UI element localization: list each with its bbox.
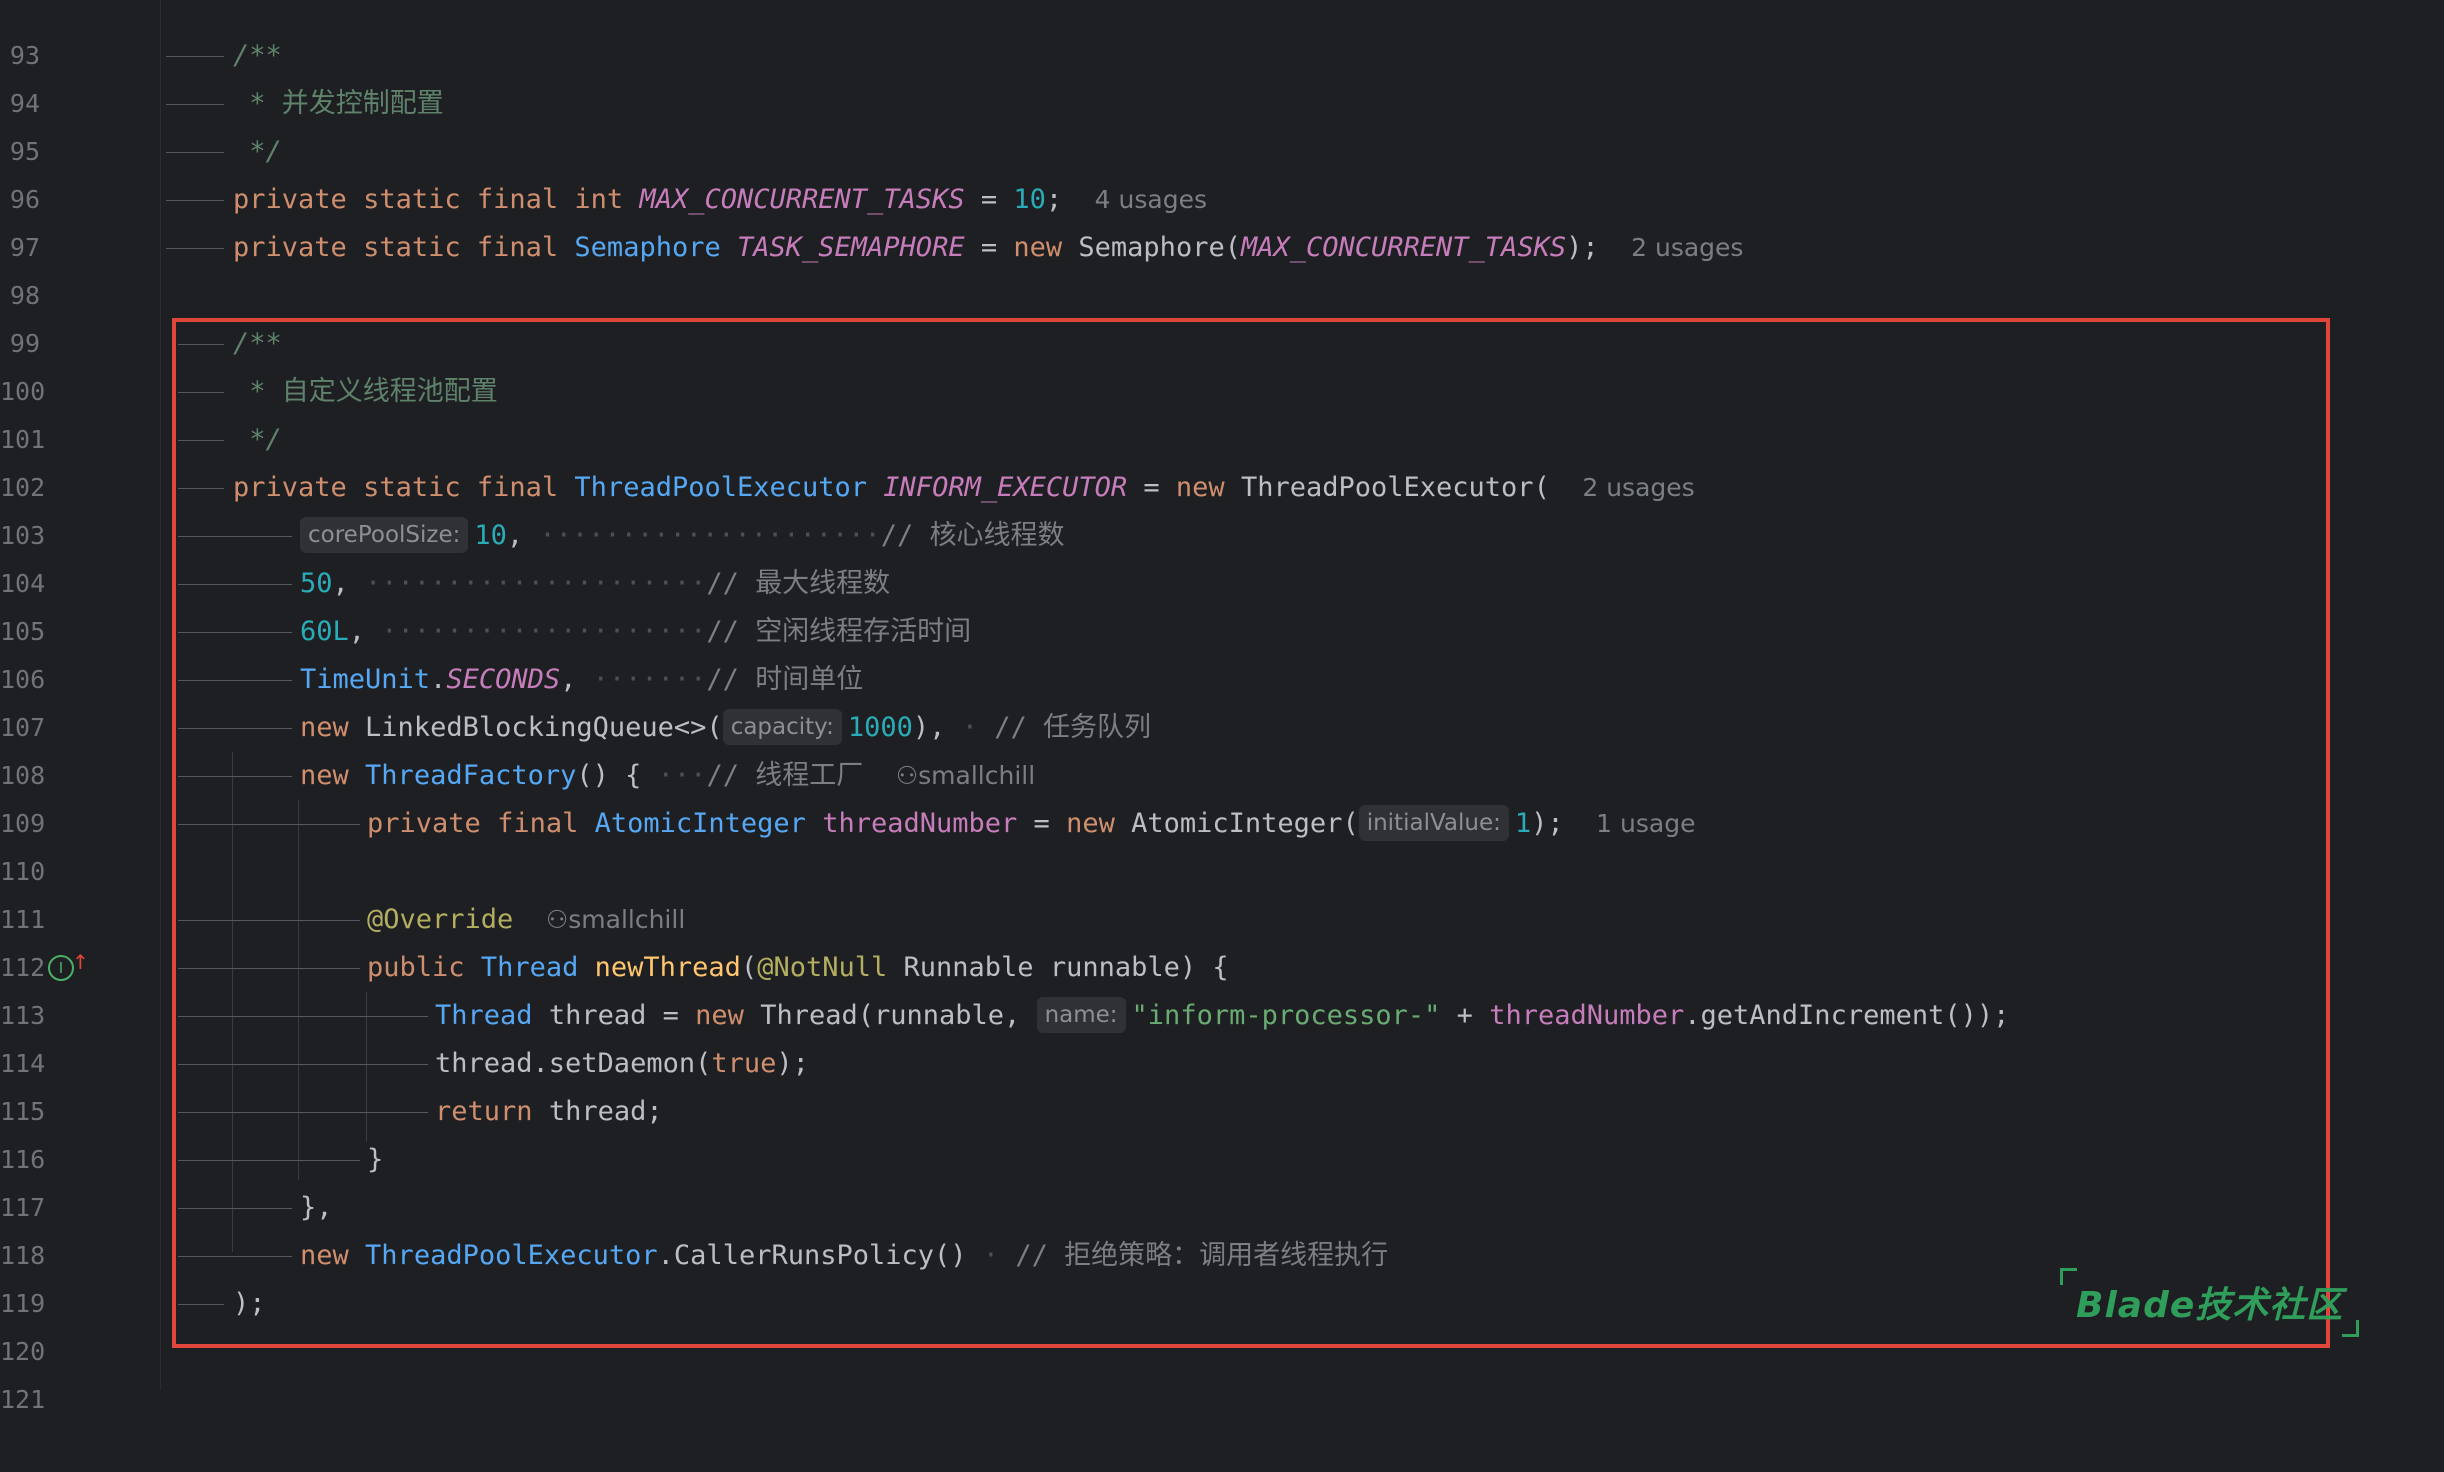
usages-hint[interactable]: 4 usages bbox=[1095, 185, 1207, 214]
code-line[interactable]: 93 bbox=[0, 0, 2444, 70]
keyword: static bbox=[363, 184, 461, 215]
code-line[interactable]: 94 /** bbox=[0, 32, 2444, 118]
doc-comment: /** bbox=[233, 40, 282, 71]
implements-method-icon[interactable]: I bbox=[48, 955, 74, 981]
indent-guide bbox=[166, 200, 224, 201]
indent-guide bbox=[166, 56, 224, 57]
line-number: 121 bbox=[0, 1385, 46, 1414]
indent-guide bbox=[166, 152, 224, 153]
constant: MAX_CONCURRENT_TASKS bbox=[1240, 232, 1567, 263]
watermark-bracket bbox=[2342, 1320, 2359, 1337]
code-line[interactable]: 98 private static final Semaphore TASK_S… bbox=[0, 224, 2444, 310]
keyword: final bbox=[476, 184, 559, 215]
highlight-box bbox=[172, 318, 2330, 1348]
keyword: new bbox=[1013, 232, 1063, 263]
keyword: int bbox=[574, 184, 624, 215]
constant: TASK_SEMAPHORE bbox=[737, 232, 965, 263]
code-line[interactable]: 99 bbox=[0, 272, 2444, 358]
code-line[interactable]: 97 private static final int MAX_CONCURRE… bbox=[0, 176, 2444, 262]
watermark: Blade技术社区 bbox=[2076, 1285, 2344, 1326]
indent-guide bbox=[166, 104, 224, 105]
code-line[interactable]: 96 */ bbox=[0, 128, 2444, 214]
number: 10 bbox=[1013, 184, 1046, 215]
usages-hint[interactable]: 2 usages bbox=[1631, 233, 1743, 262]
keyword: private bbox=[233, 232, 347, 263]
keyword: static bbox=[363, 232, 461, 263]
type-name: Semaphore bbox=[574, 232, 721, 263]
constant: MAX_CONCURRENT_TASKS bbox=[639, 184, 965, 215]
indent-guide bbox=[166, 248, 224, 249]
keyword: final bbox=[476, 232, 559, 263]
doc-comment: */ bbox=[233, 136, 282, 167]
watermark-bracket bbox=[2060, 1268, 2077, 1285]
keyword: private bbox=[233, 184, 347, 215]
override-arrow-icon[interactable]: ↑ bbox=[72, 938, 89, 986]
class-name: Semaphore bbox=[1078, 232, 1225, 263]
doc-comment: * bbox=[233, 88, 282, 119]
doc-comment-text: 并发控制配置 bbox=[281, 88, 444, 119]
code-line[interactable]: 95 * 并发控制配置 bbox=[0, 80, 2444, 166]
